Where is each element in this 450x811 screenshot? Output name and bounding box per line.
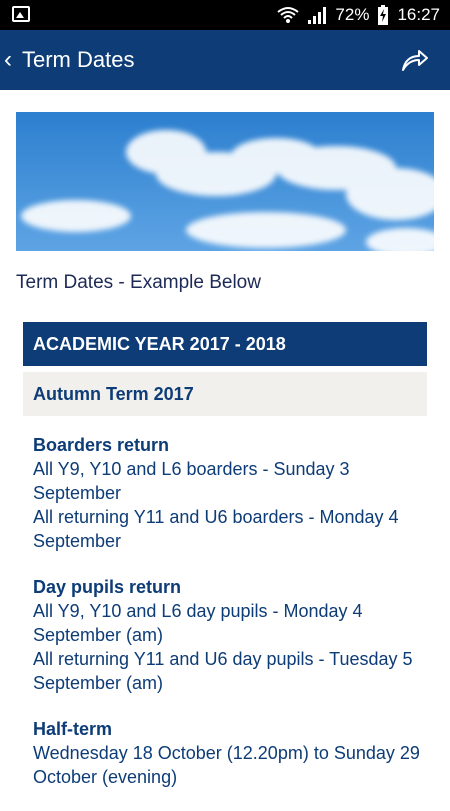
term-dates-content: Boarders return All Y9, Y10 and L6 board… xyxy=(33,433,428,811)
term-header: Autumn Term 2017 xyxy=(23,372,427,416)
signal-icon xyxy=(307,6,327,24)
section-day-pupils-return: Day pupils return All Y9, Y10 and L6 day… xyxy=(33,575,428,695)
section-line: All returning Y11 and U6 day pupils - Tu… xyxy=(33,649,413,693)
section-heading: Half-term xyxy=(33,719,113,739)
section-line: All returning Y11 and U6 boarders - Mond… xyxy=(33,507,399,551)
section-half-term: Half-term Wednesday 18 October (12.20pm)… xyxy=(33,717,428,789)
app-bar: ‹ Term Dates xyxy=(0,30,450,90)
back-chevron-icon[interactable]: ‹ xyxy=(4,46,12,74)
wifi-icon xyxy=(277,6,300,24)
battery-percentage: 72% xyxy=(335,5,370,24)
status-time: 16:27 xyxy=(397,5,440,24)
section-line: All Y9, Y10 and L6 boarders - Sunday 3 S… xyxy=(33,459,350,503)
gallery-icon xyxy=(12,6,30,22)
section-line: Wednesday 18 October (12.20pm) to Sunday… xyxy=(33,743,420,787)
status-bar: 72% 16:27 xyxy=(0,0,450,30)
battery-charging-icon xyxy=(377,5,389,25)
academic-year-header: ACADEMIC YEAR 2017 - 2018 xyxy=(23,322,427,366)
share-icon[interactable] xyxy=(400,47,430,73)
section-heading: Day pupils return xyxy=(33,577,182,597)
section-boarders-return: Boarders return All Y9, Y10 and L6 board… xyxy=(33,433,428,553)
section-heading: Boarders return xyxy=(33,435,170,455)
section-line: All Y9, Y10 and L6 day pupils - Monday 4… xyxy=(33,601,363,645)
intro-text: Term Dates - Example Below xyxy=(16,272,261,293)
page-title: Term Dates xyxy=(22,47,135,72)
sky-banner-image xyxy=(16,112,434,251)
